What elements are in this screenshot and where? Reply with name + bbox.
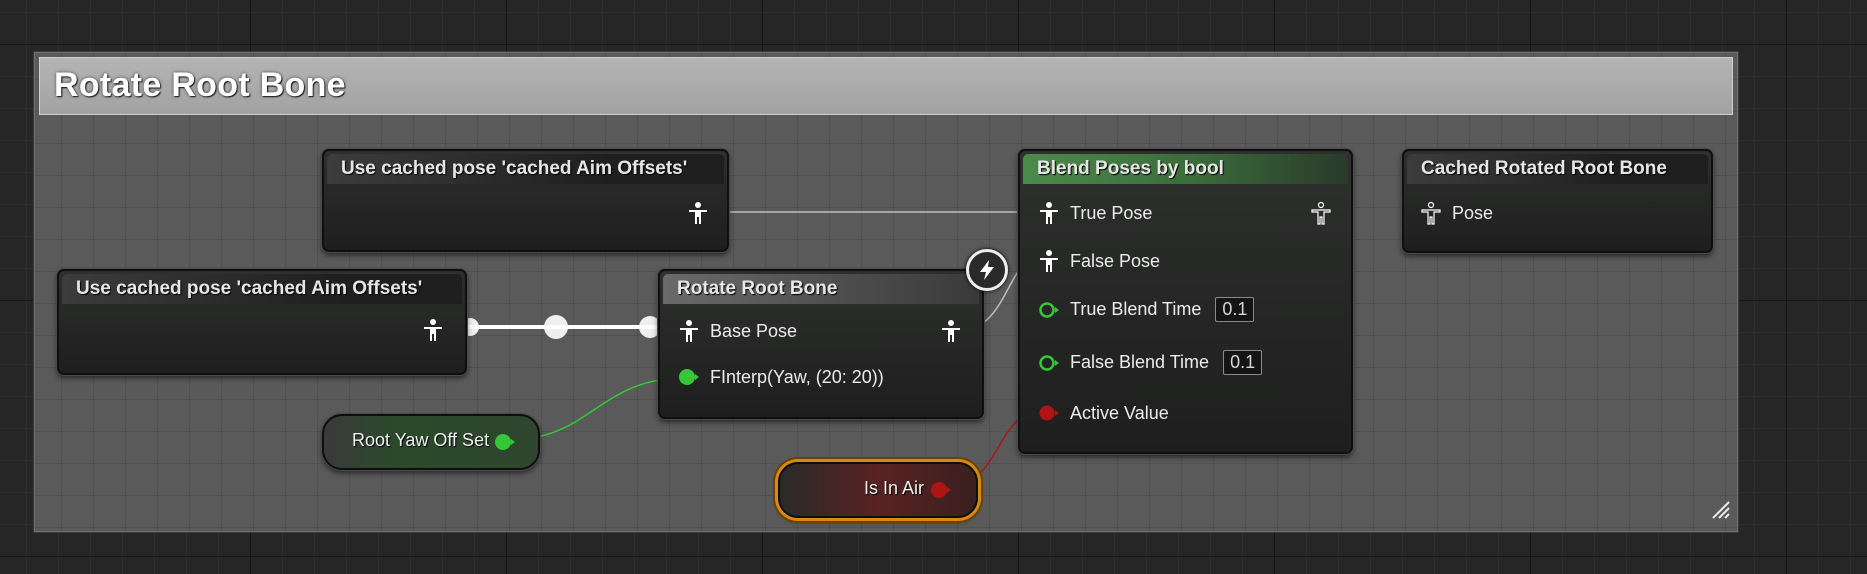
cached-rotated-root-bone-node[interactable]: Cached Rotated Root Bone Pose: [1402, 149, 1713, 253]
pose-person-icon[interactable]: [678, 319, 700, 343]
node-title: Blend Poses by bool: [1037, 158, 1224, 179]
base-pose-pin[interactable]: Base Pose: [678, 319, 797, 343]
float-pin-icon[interactable]: [678, 365, 700, 389]
pose-person-icon[interactable]: [1038, 201, 1060, 225]
pin-label: False Pose: [1070, 250, 1161, 271]
pose-person-icon[interactable]: [1038, 249, 1060, 273]
false-blend-time-input[interactable]: 0.1: [1223, 350, 1263, 375]
is-in-air-variable[interactable]: Is In Air: [778, 462, 978, 518]
float-pin-outline-icon[interactable]: [1038, 351, 1060, 375]
bool-pin-icon[interactable]: [930, 481, 952, 504]
node-header: Cached Rotated Root Bone: [1407, 154, 1708, 184]
pin-label: True Blend Time: [1070, 299, 1202, 319]
node-title: Cached Rotated Root Bone: [1421, 158, 1667, 179]
false-pose-pin[interactable]: False Pose: [1038, 249, 1160, 273]
finterp-yaw-pin[interactable]: FInterp(Yaw, (20: 20)): [678, 365, 884, 389]
true-pose-pin[interactable]: True Pose: [1038, 201, 1152, 225]
blend-poses-by-bool-node[interactable]: Blend Poses by bool True Pose False Pose…: [1018, 149, 1353, 454]
pose-person-icon[interactable]: [422, 318, 444, 342]
node-header: Blend Poses by bool: [1023, 154, 1348, 184]
false-blend-time-pin[interactable]: False Blend Time 0.1: [1038, 350, 1263, 375]
lightning-bolt-icon: [966, 249, 1008, 291]
rotate-root-bone-node[interactable]: Rotate Root Bone Base Pose FInterp(Yaw, …: [658, 269, 984, 419]
variable-label: Root Yaw Off Set: [352, 430, 490, 450]
wire-cached-left-to-base-pose: [461, 315, 684, 339]
node-header: Use cached pose 'cached Aim Offsets': [327, 154, 724, 184]
pin-label: True Pose: [1070, 202, 1153, 223]
pose-person-outline-icon[interactable]: [1310, 201, 1332, 225]
pin-label: False Blend Time: [1070, 352, 1210, 372]
true-blend-time-input[interactable]: 0.1: [1215, 297, 1255, 322]
pin-label: Active Value: [1070, 402, 1169, 423]
true-blend-time-pin[interactable]: True Blend Time 0.1: [1038, 297, 1255, 322]
cached-pose-node-left[interactable]: Use cached pose 'cached Aim Offsets': [57, 269, 467, 375]
pin-label: Base Pose: [710, 320, 798, 341]
float-pin-icon[interactable]: [494, 433, 516, 456]
variable-label: Is In Air: [864, 478, 925, 498]
pin-label: FInterp(Yaw, (20: 20)): [710, 366, 884, 387]
pose-person-icon[interactable]: [687, 201, 709, 225]
node-header: Rotate Root Bone: [663, 274, 979, 304]
pin-label: Pose: [1452, 202, 1494, 223]
node-title: Use cached pose 'cached Aim Offsets': [341, 158, 688, 179]
pose-pin[interactable]: Pose: [1420, 201, 1493, 225]
node-title: Use cached pose 'cached Aim Offsets': [76, 278, 423, 299]
node-title: Rotate Root Bone: [677, 278, 838, 299]
pose-person-outline-icon[interactable]: [1420, 201, 1442, 225]
bool-pin-icon[interactable]: [1038, 401, 1060, 425]
pose-person-icon[interactable]: [940, 319, 962, 343]
cached-pose-node-top[interactable]: Use cached pose 'cached Aim Offsets': [322, 149, 729, 252]
active-value-pin[interactable]: Active Value: [1038, 401, 1169, 425]
node-header: Use cached pose 'cached Aim Offsets': [62, 274, 462, 304]
root-yaw-offset-variable[interactable]: Root Yaw Off Set: [322, 414, 540, 470]
float-pin-outline-icon[interactable]: [1038, 298, 1060, 322]
